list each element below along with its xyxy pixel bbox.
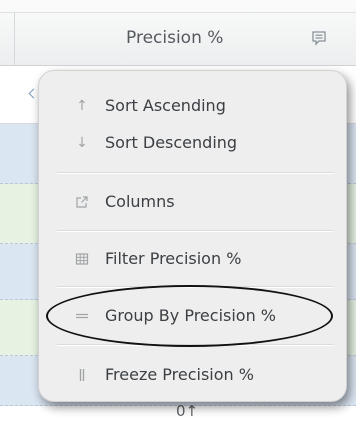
row-cell-partial: 0↑ <box>176 402 199 420</box>
sort-ascending-label: Sort Ascending <box>105 96 226 115</box>
sort-descending-label: Sort Descending <box>105 133 238 152</box>
freeze-label: Freeze Precision % <box>105 365 254 384</box>
freeze-item[interactable]: Freeze Precision % <box>39 360 348 390</box>
columns-item[interactable]: Columns <box>39 187 348 217</box>
menu-divider <box>57 172 333 174</box>
arrow-down-icon: ↓ <box>76 135 88 151</box>
header-top-border <box>0 12 356 13</box>
double-dash-icon <box>75 307 89 325</box>
menu-divider <box>57 286 333 288</box>
column-context-menu: ↑ Sort Ascending ↓ Sort Descending Colum… <box>38 70 347 402</box>
filter-item[interactable]: Filter Precision % <box>39 244 348 274</box>
external-link-icon <box>75 193 89 211</box>
header-column-divider <box>14 12 15 66</box>
sort-descending-item[interactable]: ↓ Sort Descending <box>39 128 348 158</box>
menu-divider <box>57 230 333 232</box>
sort-ascending-item[interactable]: ↑ Sort Ascending <box>39 91 348 121</box>
column-menu-icon[interactable] <box>311 30 327 46</box>
group-by-item[interactable]: Group By Precision % <box>39 301 348 331</box>
columns-label: Columns <box>105 192 175 211</box>
arrow-up-icon: ↑ <box>76 98 88 114</box>
menu-divider <box>57 344 333 346</box>
column-header-precision[interactable]: Precision % <box>126 28 223 48</box>
grid-filter-icon <box>75 250 89 268</box>
group-by-label: Group By Precision % <box>105 306 277 325</box>
freeze-column-icon <box>75 366 89 384</box>
filter-label: Filter Precision % <box>105 249 242 268</box>
